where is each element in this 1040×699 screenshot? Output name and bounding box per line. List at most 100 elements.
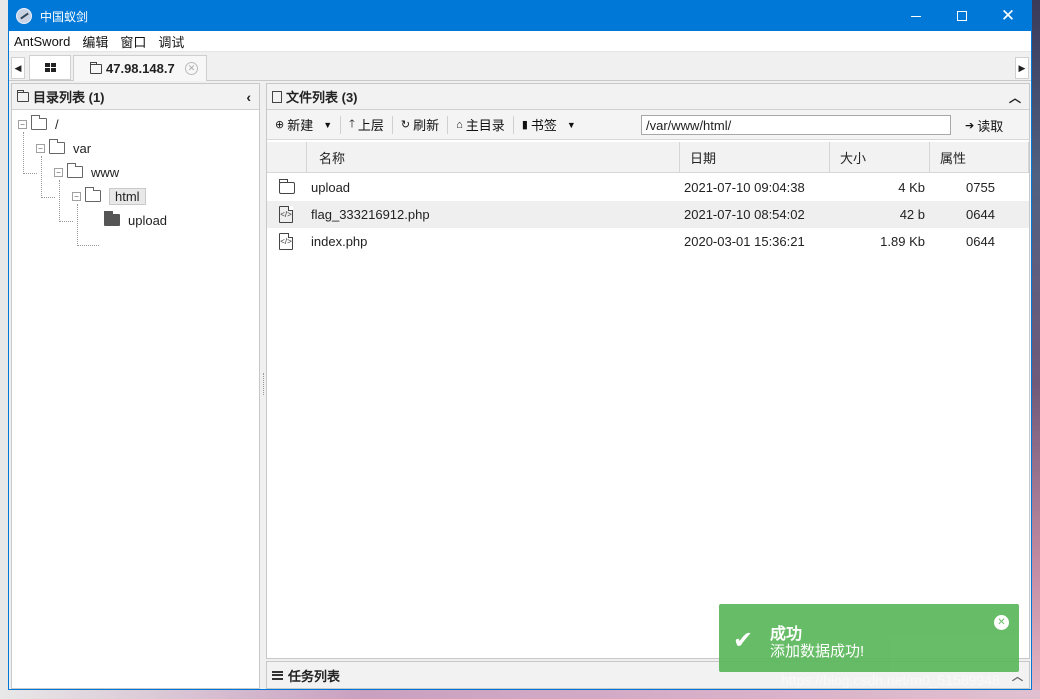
app-window: 中国蚁剑 ✕ AntSword 编辑 窗口 调试 ◀ 47.98.148.7 ✕… <box>8 0 1032 690</box>
directory-panel-title: 目录列表 (1) <box>33 90 105 105</box>
collapse-left-button[interactable]: ‹ <box>246 89 251 105</box>
folder-open-icon <box>67 163 83 178</box>
refresh-icon: ↻ <box>400 119 411 131</box>
tree-collapse-toggle[interactable]: − <box>18 119 27 129</box>
caret-down-icon: ▼ <box>566 119 576 130</box>
folder-icon <box>17 89 29 102</box>
php-file-icon: </> <box>279 206 293 223</box>
file-table-body: upload 2021-07-10 09:04:38 4 Kb 0755 </>… <box>267 174 1029 255</box>
folder-closed-icon <box>104 211 120 226</box>
tree-node-label: / <box>55 116 59 132</box>
directory-panel: 目录列表 (1) ‹ − / − var − www − html upload <box>11 83 260 689</box>
tree-node-root[interactable]: − / <box>18 114 59 134</box>
tree-node-upload[interactable]: upload <box>104 210 167 230</box>
row-icon-cell: </> <box>279 201 293 228</box>
close-icon: ✕ <box>1000 6 1016 25</box>
caret-right-icon: ▶ <box>1018 62 1026 73</box>
file-attr: 0644 <box>966 234 995 249</box>
row-icon-cell: </> <box>279 228 293 255</box>
folder-icon <box>90 61 102 74</box>
new-button-label: 新建 <box>287 118 314 133</box>
watermark-text: https://blog.csdn.net/m0_51589948 <box>781 672 1000 688</box>
bookmark-button[interactable]: ▮ 书签 ▼ <box>514 114 584 136</box>
directory-panel-header: 目录列表 (1) ‹ <box>12 84 259 110</box>
menu-debug[interactable]: 调试 <box>158 32 190 51</box>
file-panel: 文件列表 (3) ︿ ⊕ 新建 ▼ 🡑 上层 ↻ 刷新 ⌂ 主目录 ▮ 书签 ▼… <box>266 83 1030 659</box>
home-icon: ⌂ <box>456 118 463 131</box>
tab-server[interactable]: 47.98.148.7 ✕ <box>73 55 207 81</box>
file-size: 1.89 Kb <box>880 234 925 249</box>
table-row[interactable]: </> flag_333216912.php 2021-07-10 08:54:… <box>267 201 1029 228</box>
minimize-button[interactable] <box>893 1 939 31</box>
maximize-button[interactable] <box>939 1 985 31</box>
tree-collapse-toggle[interactable]: − <box>54 167 63 177</box>
column-header-name[interactable]: 名称 <box>307 142 680 173</box>
caret-left-icon: ◀ <box>14 62 22 73</box>
tree-node-var[interactable]: − var <box>36 138 91 158</box>
tree-collapse-toggle[interactable]: − <box>72 191 81 201</box>
directory-tree: − / − var − www − html upload <box>12 110 259 680</box>
list-icon <box>272 670 283 680</box>
tree-node-html[interactable]: − html <box>72 186 146 206</box>
tab-scroll-right-button[interactable]: ▶ <box>1015 57 1029 79</box>
tree-collapse-toggle[interactable]: − <box>36 143 45 153</box>
arrow-right-icon: ➔ <box>965 119 975 132</box>
read-button[interactable]: ➔ 读取 <box>957 114 1011 136</box>
column-header-icon <box>267 142 307 173</box>
desktop-background-right <box>1032 0 1040 699</box>
menu-antsword[interactable]: AntSword <box>14 34 76 49</box>
menu-edit[interactable]: 编辑 <box>82 32 114 51</box>
window-title: 中国蚁剑 <box>40 9 89 24</box>
column-header-date[interactable]: 日期 <box>680 142 830 173</box>
menu-bar: AntSword 编辑 窗口 调试 <box>9 31 1031 52</box>
php-file-icon: </> <box>279 233 293 250</box>
checkmark-icon: ✔ <box>733 627 754 654</box>
tree-node-www[interactable]: − www <box>54 162 119 182</box>
file-name: index.php <box>311 234 368 249</box>
desktop-background-left <box>0 0 8 699</box>
file-date: 2021-07-10 09:04:38 <box>684 180 805 195</box>
plus-circle-icon: ⊕ <box>275 119 285 131</box>
column-header-attr[interactable]: 属性 <box>930 142 1029 173</box>
tree-node-label: www <box>91 164 120 180</box>
close-window-button[interactable]: ✕ <box>985 1 1031 31</box>
maximize-icon <box>957 11 967 21</box>
home-dir-label: 主目录 <box>465 118 505 133</box>
table-row[interactable]: upload 2021-07-10 09:04:38 4 Kb 0755 <box>267 174 1029 201</box>
up-level-label: 上层 <box>357 118 384 133</box>
tree-node-label-selected: html <box>109 187 146 205</box>
tab-close-button[interactable]: ✕ <box>185 62 198 75</box>
path-input[interactable] <box>641 115 951 135</box>
success-toast: ✔ 成功 添加数据成功! ✕ <box>719 604 1019 672</box>
title-bar[interactable]: 中国蚁剑 ✕ <box>9 1 1031 31</box>
up-level-button[interactable]: 🡑 上层 <box>341 114 392 136</box>
new-button[interactable]: ⊕ 新建 ▼ <box>267 114 340 136</box>
column-header-size[interactable]: 大小 <box>830 142 930 173</box>
splitter-grip <box>263 373 265 395</box>
caret-down-icon: ▼ <box>323 119 333 130</box>
bookmark-label: 书签 <box>530 118 557 133</box>
home-dir-button[interactable]: ⌂ 主目录 <box>448 114 513 136</box>
refresh-button[interactable]: ↻ 刷新 <box>393 114 447 136</box>
file-date: 2021-07-10 08:54:02 <box>684 207 805 222</box>
toast-close-button[interactable]: ✕ <box>994 615 1009 630</box>
tab-bar: ◀ 47.98.148.7 ✕ ▶ <box>9 54 1031 81</box>
antsword-logo-icon <box>16 8 32 24</box>
collapse-up-button[interactable]: ︿ <box>1009 89 1021 106</box>
file-toolbar: ⊕ 新建 ▼ 🡑 上层 ↻ 刷新 ⌂ 主目录 ▮ 书签 ▼ /var/www/h… <box>267 110 1029 140</box>
tab-home-grid[interactable] <box>29 55 71 80</box>
file-table-header: 名称 日期 大小 属性 <box>267 142 1029 173</box>
menu-window[interactable]: 窗口 <box>120 32 152 51</box>
file-attr: 0755 <box>966 180 995 195</box>
file-name: flag_333216912.php <box>311 207 430 222</box>
file-name: upload <box>311 180 351 195</box>
tab-server-label: 47.98.148.7 <box>106 61 175 76</box>
desktop-background-bottom <box>0 690 1040 699</box>
file-date: 2020-03-01 15:36:21 <box>684 234 805 249</box>
bookmark-icon: ▮ <box>521 119 528 131</box>
file-size: 4 Kb <box>898 180 925 195</box>
tab-scroll-left-button[interactable]: ◀ <box>11 57 25 79</box>
read-label: 读取 <box>977 118 1004 134</box>
table-row[interactable]: </> index.php 2020-03-01 15:36:21 1.89 K… <box>267 228 1029 255</box>
file-panel-header: 文件列表 (3) ︿ <box>267 84 1029 110</box>
